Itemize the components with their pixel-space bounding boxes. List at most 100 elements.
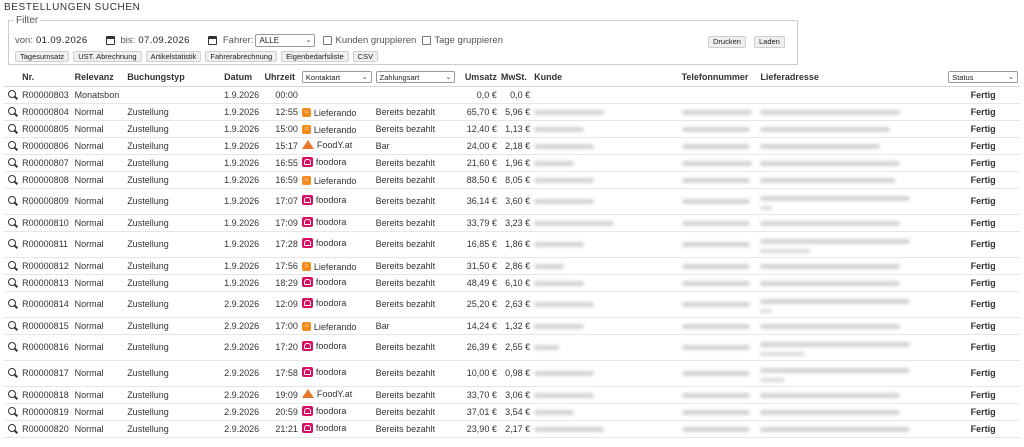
search-icon[interactable] (8, 217, 16, 226)
redacted-text (760, 126, 891, 132)
csv-export-button[interactable]: CSV (352, 51, 379, 62)
calendar-icon[interactable] (105, 35, 115, 45)
own-use-list-button[interactable]: Eigenbedarfsliste (281, 51, 349, 62)
table-row[interactable]: R00000808 Normal Zustellung 1.9.2026 16:59 ⌂ L… (4, 171, 1020, 189)
col-umsatz[interactable]: Umsatz (457, 69, 499, 87)
search-icon[interactable] (8, 320, 16, 329)
driver-select[interactable]: ALLE ⌄ (255, 33, 316, 47)
load-button[interactable]: Laden (754, 36, 785, 48)
col-telefon[interactable]: Telefonnummer (679, 69, 759, 87)
table-row[interactable]: R00000814 Normal Zustellung 2.9.2026 12:09 fo… (4, 291, 1020, 318)
search-icon[interactable] (8, 89, 16, 98)
revenue: 26,39 € (457, 334, 499, 361)
booking-type: Zustellung (125, 103, 223, 121)
search-icon[interactable] (8, 123, 16, 132)
status-filter-select[interactable]: Status ⌄ (948, 71, 1018, 84)
col-buchungstyp[interactable]: Buchungstyp (125, 69, 223, 87)
order-time: 17:58 (262, 360, 300, 387)
order-time: 17:07 (262, 188, 300, 215)
driver-billing-button[interactable]: Fahrerabrechnung (205, 51, 278, 62)
foodora-logo-icon (301, 156, 313, 167)
table-row[interactable]: R00000807 Normal Zustellung 1.9.2026 16:55 fo… (4, 154, 1020, 172)
col-nr[interactable]: Nr. (20, 69, 73, 87)
daily-revenue-button[interactable]: Tagesumsatz (15, 51, 70, 62)
search-icon[interactable] (8, 260, 16, 269)
table-row[interactable]: R00000812 Normal Zustellung 1.9.2026 17:56 ⌂ L… (4, 257, 1020, 275)
view-cell (4, 86, 21, 104)
table-row[interactable]: R00000809 Normal Zustellung 1.9.2026 17:07 fo… (4, 188, 1020, 215)
col-lieferadresse[interactable]: Lieferadresse (758, 69, 947, 87)
col-datum[interactable]: Datum (222, 69, 263, 87)
table-row[interactable]: R00000805 Normal Zustellung 1.9.2026 15:00 ⌂ L… (4, 120, 1020, 138)
table-row[interactable]: R00000818 Normal Zustellung 2.9.2026 19:09 Fo… (4, 386, 1020, 404)
search-icon[interactable] (8, 157, 16, 166)
vat: 3,23 € (498, 214, 533, 232)
table-row[interactable]: R00000816 Normal Zustellung 2.9.2026 17:20 fo… (4, 334, 1020, 361)
status-badge: Fertig (946, 188, 1020, 215)
order-number: R00000812 (20, 257, 73, 275)
view-cell (4, 334, 21, 361)
search-icon[interactable] (8, 239, 16, 247)
search-icon[interactable] (8, 140, 16, 149)
redacted-text (760, 426, 911, 432)
vat: 0,98 € (498, 360, 533, 387)
phone-number (679, 420, 759, 438)
order-number: R00000819 (20, 403, 73, 421)
table-row[interactable]: R00000813 Normal Zustellung 1.9.2026 18:29 fo… (4, 274, 1020, 292)
status-badge: Fertig (946, 274, 1020, 292)
booking-type: Zustellung (125, 360, 223, 387)
redacted-text (681, 263, 750, 269)
table-row[interactable]: R00000804 Normal Zustellung 1.9.2026 12:55 ⌂ L… (4, 103, 1020, 121)
order-date: 2.9.2026 (222, 386, 263, 404)
table-row[interactable]: R00000810 Normal Zustellung 1.9.2026 17:09 fo… (4, 214, 1020, 232)
phone-number (679, 214, 759, 232)
col-relevanz[interactable]: Relevanz (72, 69, 126, 87)
customer-name (532, 120, 680, 138)
calendar-icon[interactable] (207, 35, 217, 45)
table-row[interactable]: R00000819 Normal Zustellung 2.9.2026 20:59 fo… (4, 403, 1020, 421)
search-icon[interactable] (8, 423, 16, 432)
search-icon[interactable] (8, 342, 16, 350)
table-row[interactable]: R00000811 Normal Zustellung 1.9.2026 17:28 fo… (4, 231, 1020, 258)
search-icon[interactable] (8, 196, 16, 204)
group-customers-checkbox[interactable] (323, 35, 333, 45)
table-row[interactable]: R00000815 Normal Zustellung 2.9.2026 17:00 ⌂ L… (4, 317, 1020, 335)
vat-report-button[interactable]: UST. Abrechnung (73, 51, 142, 62)
table-row[interactable]: R00000806 Normal Zustellung 1.9.2026 15:17 Fo… (4, 137, 1020, 155)
payment-type: Bar (373, 137, 458, 155)
search-icon[interactable] (8, 106, 16, 115)
phone-number (679, 86, 759, 104)
vat: 0,0 € (498, 86, 533, 104)
search-icon[interactable] (8, 174, 16, 183)
search-icon[interactable] (8, 277, 16, 286)
payment-type-filter-select[interactable]: Zahlungsart ⌄ (375, 71, 456, 84)
search-icon[interactable] (8, 389, 16, 398)
from-date-input[interactable]: 01.09.2026 (36, 35, 88, 46)
booking-type: Zustellung (125, 231, 223, 258)
search-icon[interactable] (8, 368, 16, 376)
table-row[interactable]: R00000820 Normal Zustellung 2.9.2026 21:21 fo… (4, 420, 1020, 438)
redacted-text (760, 143, 881, 149)
col-mwst[interactable]: MwSt. (498, 69, 533, 87)
booking-type: Zustellung (125, 420, 223, 438)
delivery-address (758, 103, 947, 121)
vat: 3,60 € (498, 188, 533, 215)
search-icon[interactable] (8, 299, 16, 307)
revenue: 21,60 € (457, 154, 499, 172)
group-days-checkbox[interactable] (422, 35, 432, 45)
table-row[interactable]: R00000817 Normal Zustellung 2.9.2026 17:58 fo… (4, 360, 1020, 387)
redacted-text (760, 341, 911, 347)
payment-type: Bereits bezahlt (373, 188, 458, 215)
contact-type-filter-select[interactable]: Kontaktart ⌄ (301, 71, 372, 84)
print-button[interactable]: Drucken (708, 36, 746, 48)
lieferando-logo-icon: ⌂ (301, 262, 311, 272)
delivery-address (758, 257, 947, 275)
col-kunde[interactable]: Kunde (532, 69, 680, 87)
booking-type (125, 86, 223, 104)
search-icon[interactable] (8, 406, 16, 415)
table-row[interactable]: R00000803 Monatsbon 1.9.2026 00:00 0,0 €0,0 … (4, 86, 1020, 104)
to-date-input[interactable]: 07.09.2026 (138, 35, 190, 46)
relevance: Normal (72, 188, 126, 215)
col-uhrzeit[interactable]: Uhrzeit (262, 69, 300, 87)
article-stats-button[interactable]: Artikelstatistik (145, 51, 202, 62)
